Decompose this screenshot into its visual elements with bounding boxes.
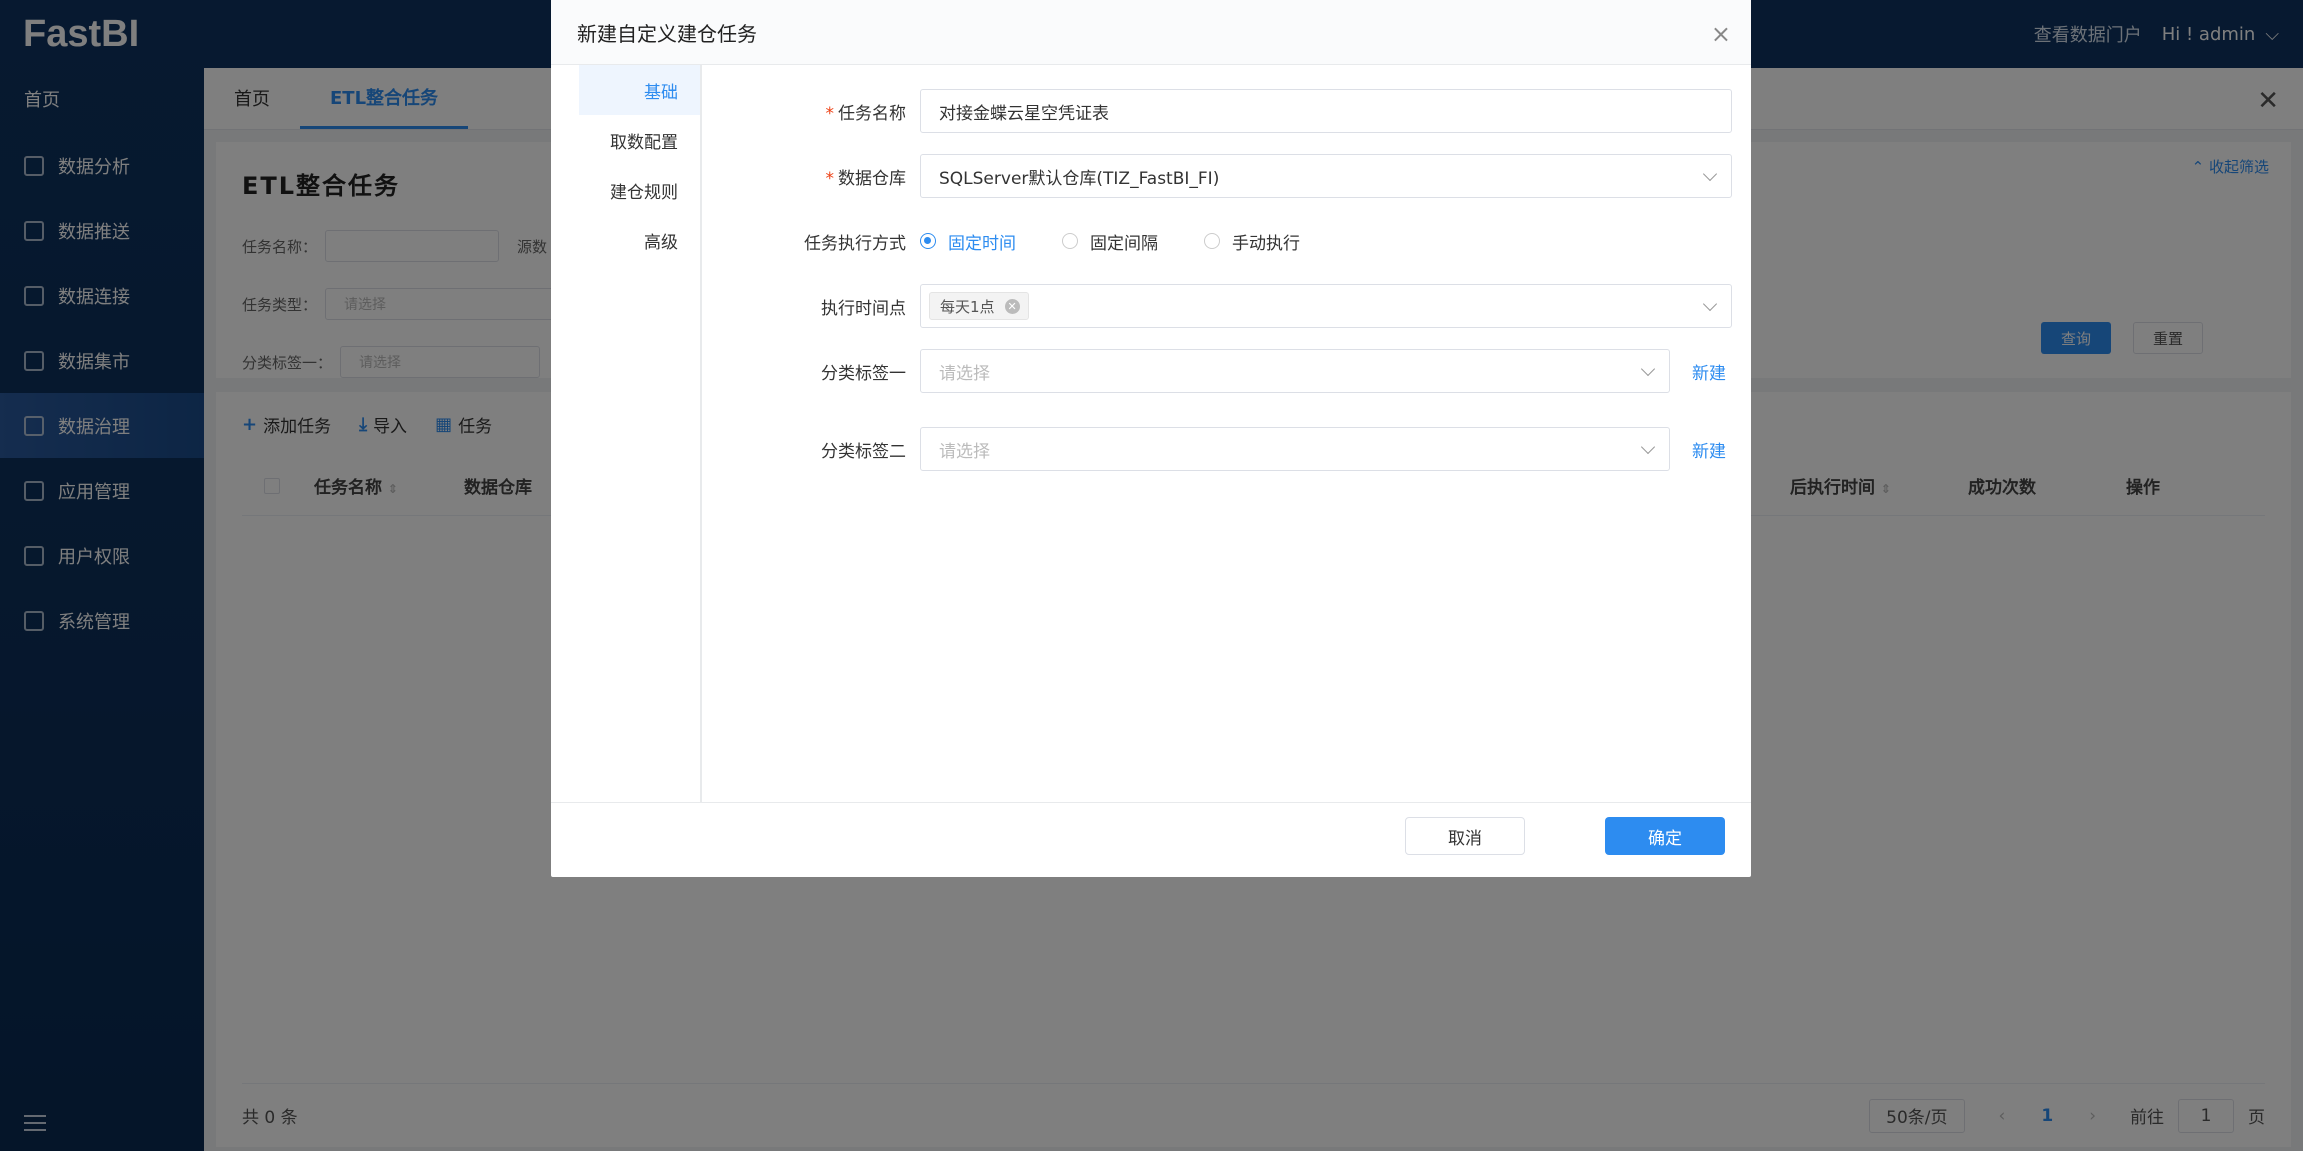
exec-mode-row: 任务执行方式 固定时间 固定间隔 手动执行 [702,219,1346,263]
task-name-row: * 任务名称 对接金蝶云星空凭证表 [702,89,1732,133]
dialog-header: 新建自定义建仓任务 × [551,0,1751,65]
exec-mode-radio-group: 固定时间 固定间隔 手动执行 [920,229,1346,254]
chevron-down-icon [1702,296,1718,312]
new-task-dialog: 新建自定义建仓任务 × 基础 取数配置 建仓规则 高级 * 任务名称 对接金蝶云星… [551,0,1751,877]
chevron-down-icon [1640,439,1656,455]
tag1-label: 分类标签一 [821,363,906,384]
app-root: FastBI 首页 数据分析 数据推送 数据连接 数据集市 数据治理 应用管理 … [0,0,2303,1151]
tag1-row: 分类标签一 请选择 新建 [702,349,1726,393]
dialog-footer: 取消 确定 [551,802,1751,877]
exec-time-tag-label: 每天1点 [940,297,995,316]
tag2-select[interactable]: 请选择 [920,427,1670,471]
radio-fixed-time-label: 固定时间 [948,233,1016,254]
dialog-title: 新建自定义建仓任务 [577,22,757,46]
tag-remove-icon[interactable]: ✕ [1004,298,1020,314]
dialog-body: 基础 取数配置 建仓规则 高级 * 任务名称 对接金蝶云星空凭证表 * 数据仓库 S… [551,65,1751,802]
tag2-placeholder: 请选择 [939,441,990,462]
radio-checked-icon [920,233,936,249]
dialog-step-nav: 基础 取数配置 建仓规则 高级 [551,65,702,802]
basic-form: * 任务名称 对接金蝶云星空凭证表 * 数据仓库 SQLServer默认仓库(TIZ… [702,65,1751,802]
required-mark: * [825,103,835,124]
tag2-new-link[interactable]: 新建 [1692,437,1726,462]
warehouse-row: * 数据仓库 SQLServer默认仓库(TIZ_FastBI_FI) [702,154,1732,198]
warehouse-label-text: 数据仓库 [838,168,906,189]
tag1-new-link[interactable]: 新建 [1692,359,1726,384]
confirm-button[interactable]: 确定 [1605,817,1725,855]
exec-time-tag: 每天1点 ✕ [929,292,1029,320]
warehouse-value: SQLServer默认仓库(TIZ_FastBI_FI) [939,168,1220,189]
tag2-row: 分类标签二 请选择 新建 [702,427,1726,471]
radio-fixed-interval-label: 固定间隔 [1090,233,1158,254]
radio-fixed-interval[interactable]: 固定间隔 [1062,229,1158,254]
chevron-down-icon [1640,361,1656,377]
required-mark: * [825,168,835,189]
radio-fixed-time[interactable]: 固定时间 [920,229,1016,254]
task-name-label-text: 任务名称 [838,103,906,124]
radio-manual-label: 手动执行 [1232,233,1300,254]
step-basic[interactable]: 基础 [579,65,700,115]
exec-time-select[interactable]: 每天1点 ✕ [920,284,1732,328]
exec-mode-label: 任务执行方式 [804,233,906,254]
close-icon[interactable]: × [1711,22,1731,46]
tag2-label: 分类标签二 [821,441,906,462]
radio-unchecked-icon [1204,233,1220,249]
tag1-select[interactable]: 请选择 [920,349,1670,393]
warehouse-select[interactable]: SQLServer默认仓库(TIZ_FastBI_FI) [920,154,1732,198]
warehouse-label: * 数据仓库 [702,164,920,189]
cancel-button[interactable]: 取消 [1405,817,1525,855]
task-name-label: * 任务名称 [702,99,920,124]
tag1-placeholder: 请选择 [939,363,990,384]
radio-unchecked-icon [1062,233,1078,249]
chevron-down-icon [1702,166,1718,182]
radio-manual[interactable]: 手动执行 [1204,229,1300,254]
exec-time-row: 执行时间点 每天1点 ✕ [702,284,1732,328]
step-warehouse-rules[interactable]: 建仓规则 [551,165,700,215]
step-fetch-config[interactable]: 取数配置 [551,115,700,165]
exec-time-label: 执行时间点 [821,298,906,319]
task-name-input[interactable]: 对接金蝶云星空凭证表 [920,89,1732,133]
step-advanced[interactable]: 高级 [551,215,700,265]
